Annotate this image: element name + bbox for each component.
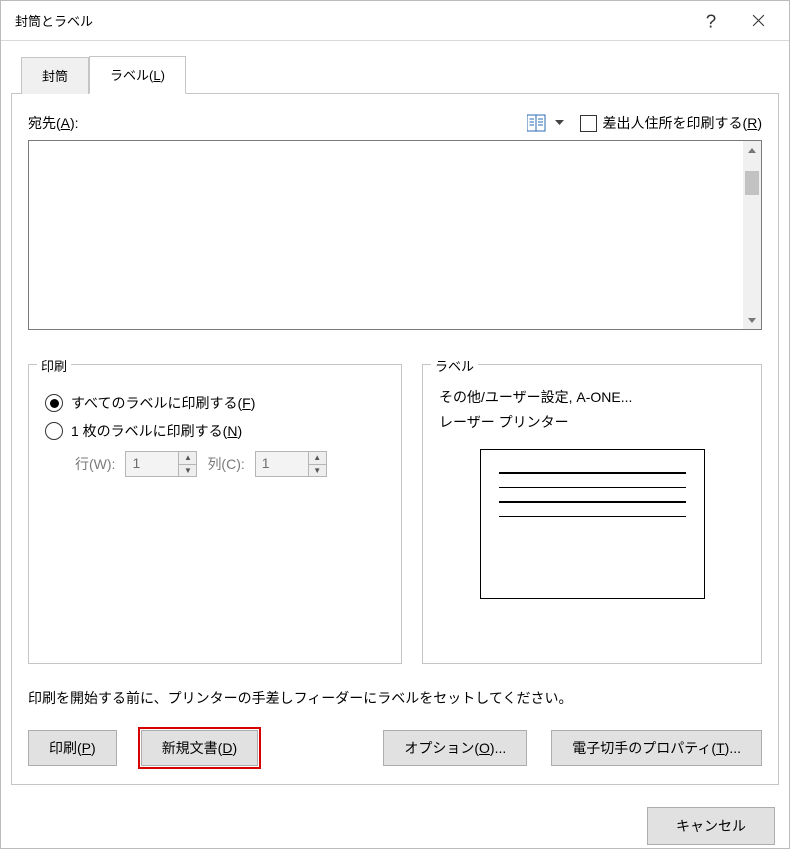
tab-labels[interactable]: ラベル(L) (89, 56, 186, 94)
window-title: 封筒とラベル (15, 11, 689, 30)
tab-panel-labels: 宛先(A): 差出人住所を印刷する(R (11, 93, 779, 785)
button-row: 印刷(P) 新規文書(D) オプション(O)... 電子切手のプロパティ(T).… (28, 730, 762, 766)
scroll-track[interactable] (743, 159, 761, 311)
dialog-footer: キャンセル (1, 795, 789, 859)
print-group: 印刷 すべてのラベルに印刷する(F) 1 枚のラベルに印刷する(N) 行(W):… (28, 364, 402, 664)
row-label: 行(W): (75, 454, 115, 474)
epostage-properties-button[interactable]: 電子切手のプロパティ(T)... (551, 730, 762, 766)
label-info: その他/ユーザー設定, A-ONE... レーザー プリンター (439, 385, 745, 435)
print-legend: 印刷 (37, 356, 71, 375)
label-legend: ラベル (431, 356, 478, 375)
scroll-down-icon[interactable] (743, 311, 761, 329)
tabs: 封筒 ラベル(L) (1, 55, 789, 93)
print-button[interactable]: 印刷(P) (28, 730, 117, 766)
chevron-down-icon (555, 120, 564, 126)
options-button[interactable]: オプション(O)... (383, 730, 527, 766)
radio-single-label[interactable]: 1 枚のラベルに印刷する(N) (45, 421, 385, 441)
radio-single-labeltext: 1 枚のラベルに印刷する(N) (71, 421, 242, 441)
address-textarea-inner[interactable] (29, 141, 743, 329)
tab-envelopes[interactable]: 封筒 (21, 57, 89, 94)
radio-all-labels[interactable]: すべてのラベルに印刷する(F) (45, 393, 385, 413)
svg-text:?: ? (706, 11, 716, 31)
new-document-button[interactable]: 新規文書(D) (141, 730, 258, 766)
hint-text: 印刷を開始する前に、プリンターの手差しフィーダーにラベルをセットしてください。 (28, 688, 762, 708)
spin-down-icon[interactable]: ▼ (179, 465, 196, 477)
return-address-label: 差出人住所を印刷する(R) (603, 113, 762, 133)
col-spinner[interactable]: 1 ▲ ▼ (255, 451, 327, 477)
spin-up-icon[interactable]: ▲ (179, 452, 196, 465)
checkbox-box (580, 115, 597, 132)
spin-up-icon[interactable]: ▲ (309, 452, 326, 465)
help-button[interactable]: ? (689, 2, 735, 40)
col-value: 1 (256, 452, 308, 476)
titlebar: 封筒とラベル ? (1, 1, 789, 41)
address-book-icon (527, 114, 549, 132)
scroll-thumb[interactable] (745, 171, 759, 195)
label-printer-type: レーザー プリンター (439, 410, 745, 435)
label-product: その他/ユーザー設定, A-ONE... (439, 385, 745, 410)
col-label: 列(C): (207, 454, 244, 474)
scroll-up-icon[interactable] (743, 141, 761, 159)
radio-icon (45, 422, 63, 440)
row-spinner[interactable]: 1 ▲ ▼ (125, 451, 197, 477)
radio-icon (45, 394, 63, 412)
groups-row: 印刷 すべてのラベルに印刷する(F) 1 枚のラベルに印刷する(N) 行(W):… (28, 364, 762, 664)
label-group[interactable]: ラベル その他/ユーザー設定, A-ONE... レーザー プリンター (422, 364, 762, 664)
radio-all-label: すべてのラベルに印刷する(F) (71, 393, 255, 413)
return-address-checkbox[interactable]: 差出人住所を印刷する(R) (580, 113, 762, 133)
address-header-row: 宛先(A): 差出人住所を印刷する(R (28, 112, 762, 134)
address-book-dropdown[interactable] (521, 112, 570, 134)
row-col-row: 行(W): 1 ▲ ▼ 列(C): 1 ▲ ▼ (45, 451, 385, 477)
address-label: 宛先(A): (28, 113, 79, 133)
label-preview-icon (480, 449, 705, 599)
spin-down-icon[interactable]: ▼ (309, 465, 326, 477)
row-value: 1 (126, 452, 178, 476)
scrollbar[interactable] (743, 141, 761, 329)
cancel-button[interactable]: キャンセル (647, 807, 775, 845)
close-button[interactable] (735, 2, 781, 40)
address-textarea[interactable] (28, 140, 762, 330)
